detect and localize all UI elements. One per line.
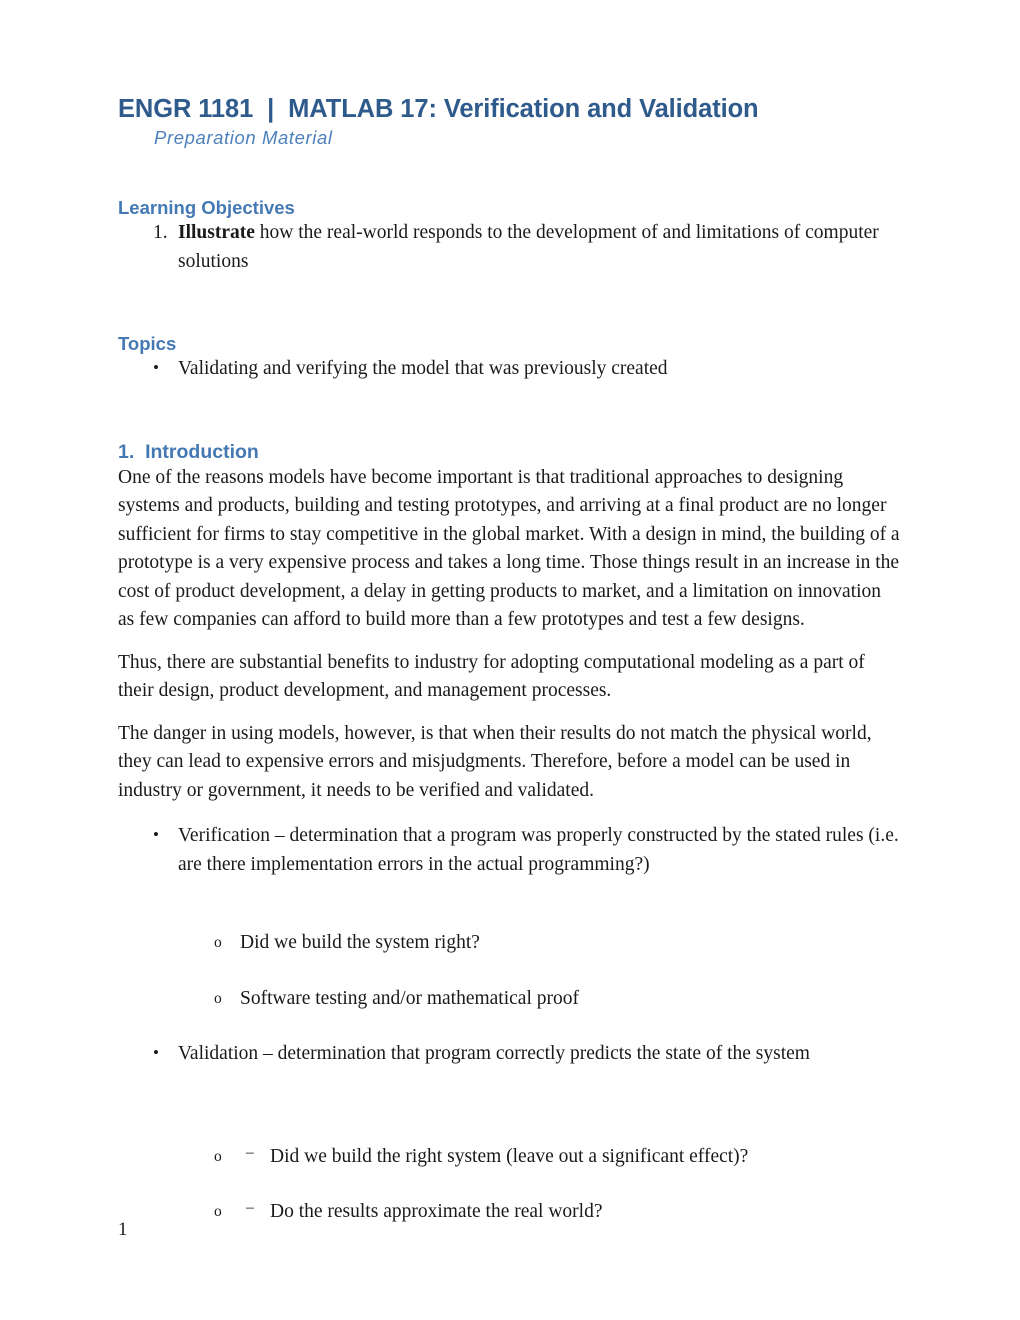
topics-list: • Validating and verifying the model that…: [118, 355, 900, 384]
verification-list: • Verification – determination that a pro…: [118, 822, 900, 879]
verification-sub-list: o Did we build the system right?: [118, 929, 900, 958]
dash-icon: –: [246, 1143, 254, 1161]
heading-learning-objectives: Learning Objectives: [118, 197, 295, 218]
list-item: o Did we build the system right?: [118, 929, 900, 958]
heading-introduction: 1. Introduction: [118, 440, 259, 463]
list-item: • Validation – determination that program…: [118, 1040, 900, 1069]
circle-bullet-icon: o: [214, 989, 222, 1007]
verification-sub-list-2: o Software testing and/or mathematical pr…: [118, 985, 900, 1014]
validation-list: • Validation – determination that program…: [118, 1040, 900, 1069]
dash-icon: –: [246, 1199, 254, 1216]
list-item-label: Validating and verifying the model that …: [178, 358, 668, 379]
validation-sub-list: o – Did we build the right system (leave o…: [118, 1143, 900, 1172]
page-title: ENGR 1181 | MATLAB 17: Verification and …: [118, 95, 759, 123]
intro-paragraph-1: One of the reasons models have become im…: [118, 466, 900, 631]
list-item-label: Verification – determination that a prog…: [178, 825, 899, 875]
circle-bullet-icon: o: [214, 1147, 222, 1165]
list-marker: 1.: [153, 222, 168, 243]
list-item: • Validating and verifying the model that…: [118, 355, 900, 384]
list-item-label: Do the results approximate the real worl…: [270, 1201, 603, 1222]
learning-objectives-list: 1. Illustrate how the real-world responds…: [118, 219, 900, 276]
list-item-label: Did we build the system right?: [240, 932, 480, 953]
list-item-lead: Illustrate: [178, 222, 255, 243]
validation-sub-list-2: o – Do the results approximate the real wo…: [118, 1198, 900, 1227]
bullet-icon: •: [153, 825, 159, 844]
list-item: • Verification – determination that a pro…: [118, 822, 900, 879]
page-subtitle: Preparation Material: [154, 127, 333, 148]
list-item-label: Software testing and/or mathematical pro…: [240, 987, 579, 1009]
list-item: 1. Illustrate how the real-world responds…: [118, 219, 900, 276]
page-number: 1: [118, 1219, 128, 1240]
circle-bullet-icon: o: [214, 1203, 222, 1220]
bullet-icon: •: [153, 1043, 159, 1062]
list-item: o Software testing and/or mathematical pr…: [118, 985, 900, 1014]
heading-topics: Topics: [118, 333, 177, 354]
list-item-label: Did we build the right system (leave out…: [270, 1145, 749, 1167]
list-item: o – Do the results approximate the real wo…: [118, 1198, 900, 1227]
document-page: ENGR 1181 | MATLAB 17: Verification and …: [0, 0, 1020, 1320]
circle-bullet-icon: o: [214, 934, 222, 951]
list-item: o – Did we build the right system (leave o…: [118, 1143, 900, 1172]
list-item-label: Validation – determination that program …: [178, 1043, 810, 1064]
bullet-icon: •: [153, 358, 159, 377]
list-item-label: how the real-world responds to the devel…: [178, 222, 879, 272]
intro-paragraph-3: The danger in using models, however, is …: [118, 722, 872, 801]
intro-paragraph-2: Thus, there are substantial benefits to …: [118, 651, 865, 702]
document-content: ENGR 1181 | MATLAB 17: Verification and …: [118, 94, 900, 1227]
